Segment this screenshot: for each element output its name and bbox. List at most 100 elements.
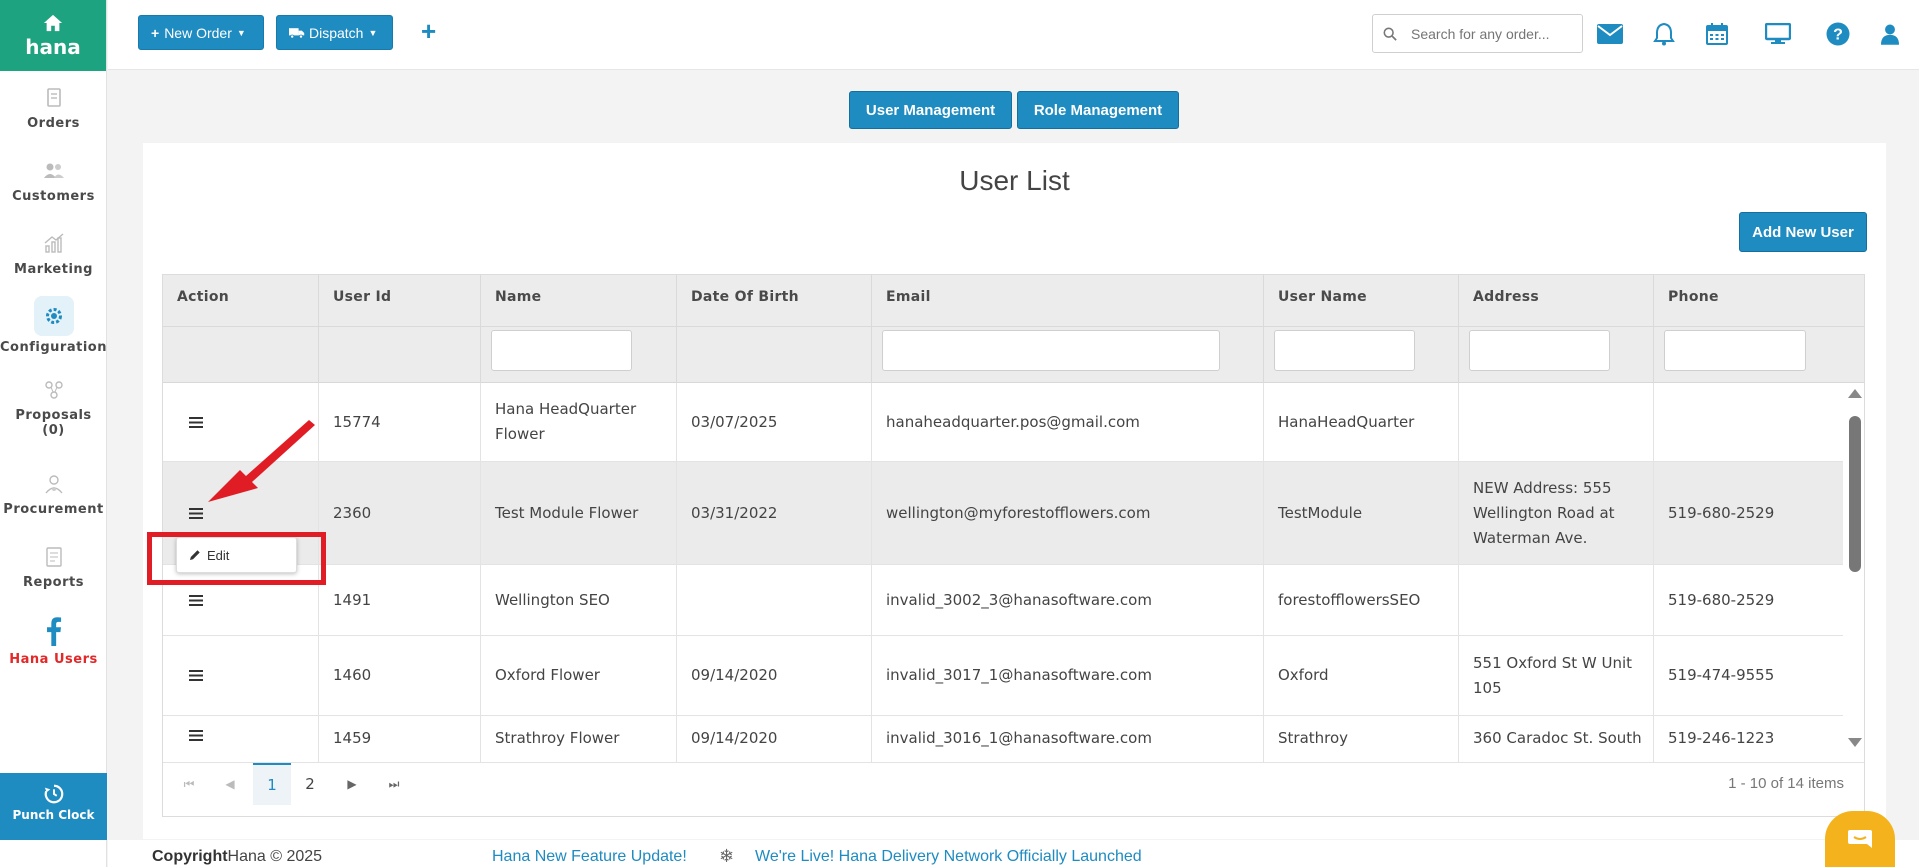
svg-text:?: ?	[1833, 27, 1843, 44]
username-filter-input[interactable]	[1274, 330, 1415, 371]
header-user-id[interactable]: User Id	[319, 275, 481, 383]
sidebar-item-marketing[interactable]: Marketing	[0, 232, 107, 277]
username-cell: HanaHeadQuarter	[1264, 383, 1459, 461]
caret-down-icon: ▼	[368, 27, 378, 38]
phone-filter-input[interactable]	[1664, 330, 1806, 371]
phone-cell	[1654, 383, 1843, 461]
header-username[interactable]: User Name	[1264, 275, 1459, 383]
name-filter-input[interactable]	[491, 330, 632, 371]
hamburger-menu-icon[interactable]	[189, 594, 203, 606]
bell-icon[interactable]	[1650, 20, 1678, 48]
footer: CopyrightHana © 2025 Hana New Feature Up…	[108, 840, 1919, 867]
help-icon[interactable]: ?	[1824, 20, 1852, 48]
annotation-highlight-box	[147, 532, 326, 585]
email-filter-input[interactable]	[882, 330, 1220, 371]
page-2[interactable]: 2	[291, 763, 329, 805]
scroll-thumb[interactable]	[1849, 416, 1861, 572]
filter-divider	[677, 326, 871, 327]
user-id-cell: 15774	[319, 383, 481, 461]
add-tab-plus-icon[interactable]: +	[421, 18, 436, 44]
add-new-user-button[interactable]: Add New User	[1739, 212, 1867, 252]
tab-role-management[interactable]: Role Management	[1017, 91, 1179, 129]
dob-cell: 03/07/2025	[677, 383, 872, 461]
copyright-rest: Hana © 2025	[227, 848, 323, 865]
facebook-icon	[46, 617, 61, 646]
search-box[interactable]	[1372, 14, 1583, 53]
filter-divider	[1459, 326, 1653, 327]
column-header: Action	[177, 289, 230, 305]
monitor-icon[interactable]	[1764, 20, 1792, 48]
header-address[interactable]: Address	[1459, 275, 1654, 383]
hana-logo[interactable]: hana	[0, 0, 106, 71]
header-action: Action	[163, 275, 319, 383]
scroll-down-arrow-icon[interactable]	[1848, 738, 1862, 747]
tab-label: Role Management	[1033, 101, 1163, 119]
sidebar-item-configuration[interactable]: Configuration	[0, 296, 107, 355]
grid-scrollbar[interactable]	[1843, 383, 1864, 753]
column-header: Address	[1473, 289, 1540, 305]
news-link-delivery-network[interactable]: We're Live! Hana Delivery Network Offici…	[755, 848, 1142, 866]
new-order-label: New Order	[164, 24, 232, 41]
mail-icon[interactable]	[1596, 20, 1624, 48]
name-cell: Hana HeadQuarter Flower	[481, 383, 677, 461]
phone-cell: 519-474-9555	[1668, 666, 1775, 684]
search-icon	[1383, 27, 1397, 41]
user-icon[interactable]	[1876, 20, 1904, 48]
header-phone[interactable]: Phone	[1654, 275, 1864, 383]
sidebar-item-label: Reports	[23, 575, 84, 590]
new-order-button[interactable]: + New Order ▼	[138, 15, 264, 50]
column-header: Name	[495, 289, 542, 305]
sidebar-item-customers[interactable]: Customers	[0, 159, 107, 204]
sidebar-item-orders[interactable]: Orders	[0, 86, 107, 131]
sidebar-item-proposals[interactable]: Proposals (0)	[0, 378, 107, 438]
pagination: ⏮ ◀ 1 2 ▶ ⏭ 1 - 10 of 14 items	[163, 762, 1864, 816]
table-row[interactable]: 2360 Test Module Flower 03/31/2022 welli…	[163, 462, 1843, 565]
table-row[interactable]: 15774 Hana HeadQuarter Flower 03/07/2025…	[163, 383, 1843, 462]
filter-divider	[163, 326, 318, 327]
column-header: Email	[886, 289, 931, 305]
hamburger-menu-icon[interactable]	[189, 730, 203, 741]
dispatch-button[interactable]: Dispatch ▼	[276, 15, 393, 50]
sidebar-item-reports[interactable]: Reports	[0, 545, 107, 590]
address-filter-input[interactable]	[1469, 330, 1610, 371]
email-cell: hanaheadquarter.pos@gmail.com	[872, 383, 1264, 461]
prev-page-icon[interactable]: ◀	[211, 763, 249, 805]
table-row[interactable]: 1460 Oxford Flower 09/14/2020 invalid_30…	[163, 636, 1843, 716]
sidebar-item-hana-users[interactable]: Hana Users	[0, 616, 107, 667]
action-cell	[163, 636, 319, 715]
address-cell	[1459, 383, 1654, 461]
brand-name: hana	[25, 34, 81, 59]
top-bar: + New Order ▼ Dispatch ▼ + ?	[108, 0, 1919, 70]
page-1[interactable]: 1	[253, 763, 291, 805]
column-header: User Name	[1278, 289, 1367, 305]
name-cell: Oxford Flower	[481, 636, 677, 715]
sidebar-item-label: Configuration	[0, 340, 107, 355]
header-dob[interactable]: Date Of Birth	[677, 275, 872, 383]
last-page-icon[interactable]: ⏭	[375, 763, 413, 805]
sidebar-item-procurement[interactable]: Procurement	[0, 472, 107, 517]
address-cell: NEW Address: 555 Wellington Road at Wate…	[1459, 462, 1654, 564]
scroll-up-arrow-icon[interactable]	[1848, 389, 1862, 398]
punch-clock-button[interactable]: Punch Clock	[0, 773, 107, 840]
proposals-count: (0)	[42, 423, 65, 438]
user-grid: Action User Id Name Date Of Birth Email …	[162, 274, 1865, 817]
search-input[interactable]	[1411, 25, 1571, 42]
chat-icon	[1848, 830, 1872, 848]
header-name[interactable]: Name	[481, 275, 677, 383]
next-page-icon[interactable]: ▶	[333, 763, 371, 805]
snowflake-icon: ❄	[719, 846, 735, 866]
tab-label: User Management	[865, 101, 996, 119]
table-row[interactable]: 1491 Wellington SEO invalid_3002_3@hanas…	[163, 565, 1843, 636]
chat-widget-button[interactable]	[1825, 811, 1895, 867]
first-page-icon[interactable]: ⏮	[170, 763, 208, 805]
column-header: Phone	[1668, 289, 1719, 305]
active-indicator	[33, 296, 74, 336]
hamburger-menu-icon[interactable]	[189, 670, 203, 681]
address-cell	[1459, 565, 1654, 635]
tab-user-management[interactable]: User Management	[849, 91, 1012, 129]
dob-cell: 03/31/2022	[677, 462, 872, 564]
filter-divider	[872, 326, 1263, 327]
news-link-feature-update[interactable]: Hana New Feature Update!	[492, 848, 687, 866]
header-email[interactable]: Email	[872, 275, 1264, 383]
calendar-icon[interactable]	[1703, 20, 1731, 48]
